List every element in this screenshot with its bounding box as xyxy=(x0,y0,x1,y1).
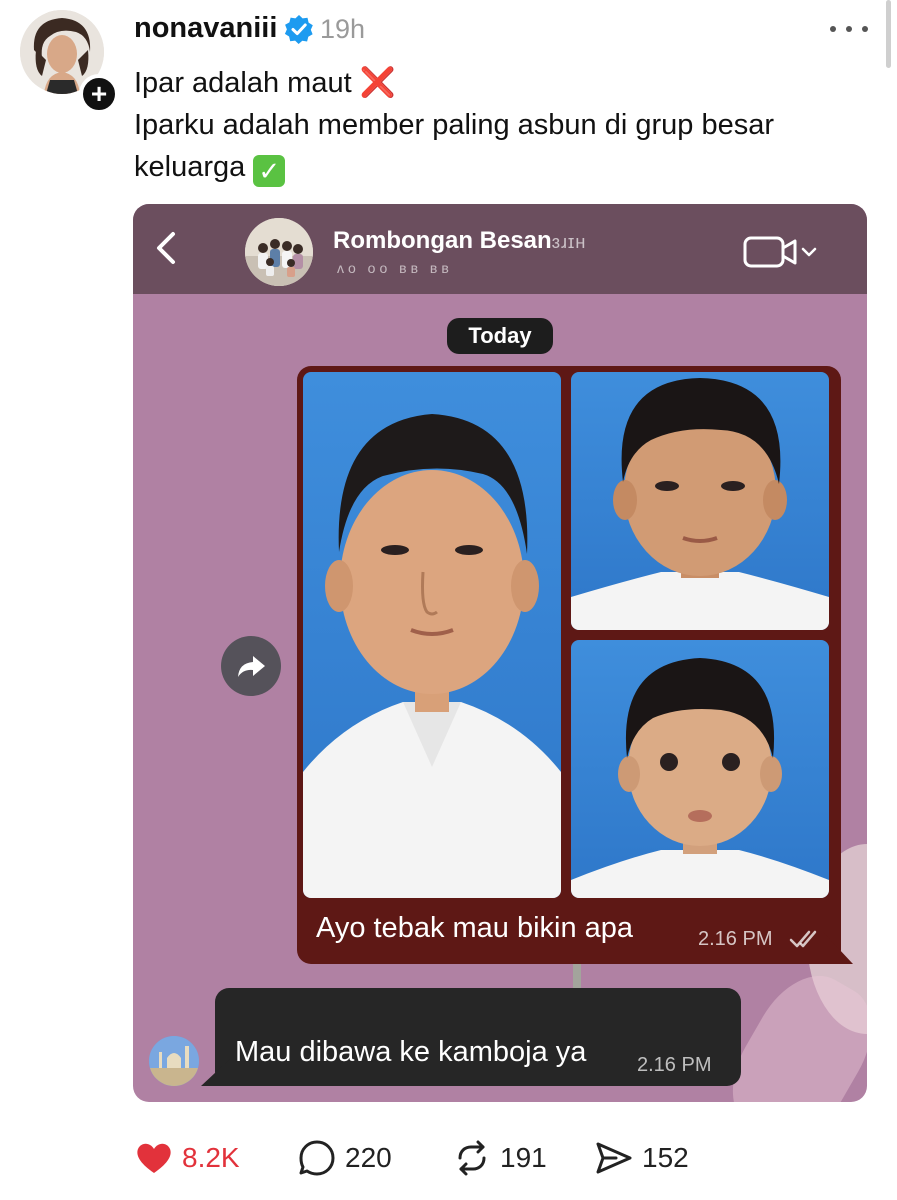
passport-photo-toddler xyxy=(571,640,829,898)
post-timestamp: 19h xyxy=(320,14,366,44)
more-options-button[interactable] xyxy=(830,14,868,44)
chat-header: Rombongan Besanɜɹɪʜ ᴧo oo ʙʙ ʙʙ xyxy=(133,204,867,294)
more-dots-icon xyxy=(830,26,836,32)
plus-icon: + xyxy=(90,78,108,109)
like-button[interactable]: 8.2K xyxy=(134,1136,240,1180)
sent-message-text: Ayo tebak mau bikin apa xyxy=(316,912,634,944)
forward-button xyxy=(221,636,281,696)
passport-photo-teen xyxy=(303,372,561,898)
heart-icon xyxy=(137,1143,171,1173)
share-count: 152 xyxy=(642,1142,689,1173)
post-line-1: Ipar adalah maut ❌ xyxy=(134,67,396,99)
post-line-2: Iparku adalah member paling asbun di gru… xyxy=(134,109,775,141)
scrollbar[interactable] xyxy=(886,0,891,68)
chat-screenshot[interactable]: Rombongan Besanɜɹɪʜ ᴧo oo ʙʙ ʙʙ Today Ay… xyxy=(133,204,867,1102)
sender-avatar xyxy=(149,1036,199,1086)
verified-badge-icon xyxy=(284,15,313,44)
group-avatar xyxy=(245,218,313,286)
received-message-text: Mau dibawa ke kamboja ya xyxy=(235,1036,587,1068)
reply-button[interactable]: 220 xyxy=(297,1136,392,1180)
like-count: 8.2K xyxy=(182,1142,240,1173)
send-icon xyxy=(596,1142,632,1174)
passport-photo-child xyxy=(571,372,829,630)
repost-count: 191 xyxy=(500,1142,547,1173)
repost-button[interactable]: 191 xyxy=(452,1136,547,1180)
share-button[interactable]: 152 xyxy=(594,1136,689,1180)
received-message-time: 2.16 PM xyxy=(637,1054,712,1076)
comment-bubble-icon xyxy=(299,1140,335,1176)
group-name: Rombongan Besanɜɹɪʜ xyxy=(333,227,587,254)
forward-arrow-icon xyxy=(238,656,265,677)
read-receipt-icon xyxy=(789,930,817,948)
post-line-3: keluarga ✓ xyxy=(134,146,854,188)
video-camera-icon xyxy=(743,236,817,268)
follow-button[interactable]: + xyxy=(79,74,119,114)
repost-icon xyxy=(458,1140,486,1176)
sent-message-time: 2.16 PM xyxy=(698,928,773,950)
post-text: Ipar adalah maut ❌ Iparku adalah member … xyxy=(134,62,854,188)
reply-count: 220 xyxy=(345,1142,392,1173)
cross-mark-icon: ❌ xyxy=(359,67,396,99)
author-username[interactable]: nonavaniii xyxy=(134,12,277,45)
check-mark-icon: ✓ xyxy=(253,155,286,187)
date-chip: Today xyxy=(447,318,553,354)
group-members: ᴧo oo ʙʙ ʙʙ xyxy=(337,260,453,276)
chevron-left-icon xyxy=(157,232,175,264)
